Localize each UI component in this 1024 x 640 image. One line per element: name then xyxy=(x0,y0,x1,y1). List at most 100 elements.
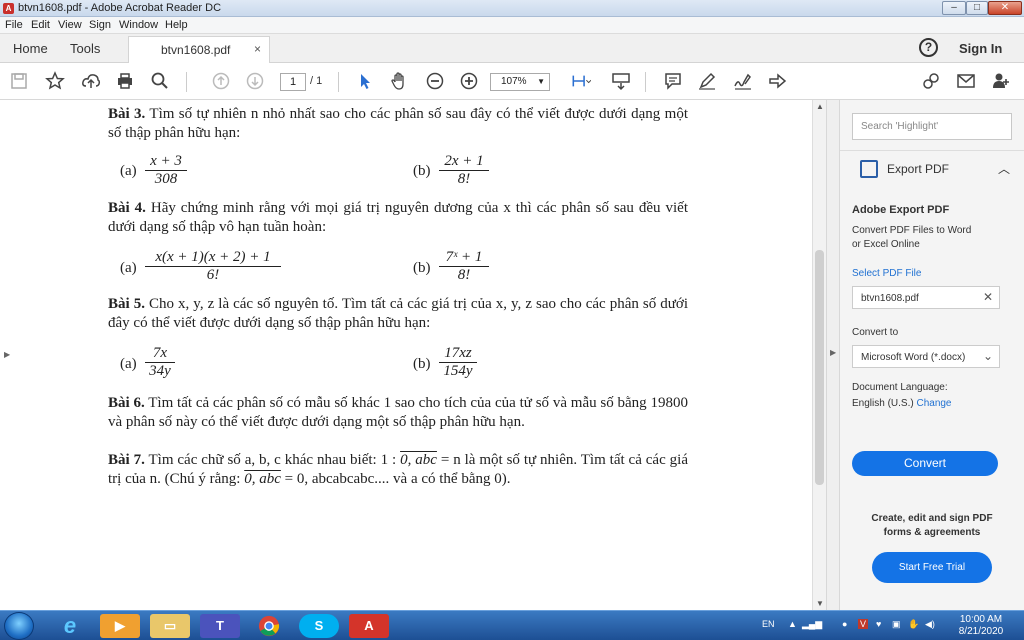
bookmark-star-icon[interactable] xyxy=(44,71,66,93)
add-user-icon[interactable] xyxy=(990,71,1012,93)
page-number-input[interactable]: 1 xyxy=(280,73,306,91)
sign-in-link[interactable]: Sign In xyxy=(959,41,1002,56)
internet-explorer-icon[interactable]: e xyxy=(50,614,90,638)
chevron-up-icon: ︿ xyxy=(997,162,1010,176)
menu-window[interactable]: Window xyxy=(119,19,158,31)
collapse-panel-icon[interactable]: ▶ xyxy=(830,348,836,357)
select-cursor-icon[interactable] xyxy=(354,71,376,93)
toolbar: 1 / 1 107% ▼ xyxy=(0,63,1024,100)
menu-sign[interactable]: Sign xyxy=(89,19,111,31)
ex4-fraction-b: 7ˣ + 1 8! xyxy=(439,249,489,284)
promo-text: Create, edit and sign PDF forms & agreem… xyxy=(871,513,993,538)
system-clock[interactable]: 10:00 AM 8/21/2020 xyxy=(955,614,1007,638)
clear-file-icon[interactable]: ✕ xyxy=(983,290,993,304)
heart-icon[interactable]: ♥ xyxy=(876,619,881,629)
adobe-export-title: Adobe Export PDF xyxy=(852,204,950,216)
network-icon[interactable]: ▣ xyxy=(892,619,901,630)
comment-icon[interactable] xyxy=(662,71,684,93)
menu-help[interactable]: Help xyxy=(165,19,188,31)
volume-icon[interactable]: ◀) xyxy=(925,619,935,630)
ex3-label-a: (a) xyxy=(120,163,137,179)
start-button[interactable] xyxy=(4,612,34,640)
security-shield-icon[interactable]: ● xyxy=(842,619,847,629)
upload-cloud-icon[interactable] xyxy=(80,71,102,93)
link-share-icon[interactable] xyxy=(920,71,942,93)
exercise-5: Bài 5. Cho x, y, z là các số nguyên tố. … xyxy=(108,296,688,331)
document-scrollbar[interactable]: ▲ ▼ xyxy=(812,100,826,610)
hand-icon[interactable]: ✋ xyxy=(908,619,919,630)
exercise-7: Bài 7. Tìm các chữ số a, b, c khác nhau … xyxy=(108,452,688,487)
export-pdf-icon xyxy=(860,160,878,178)
scroll-up-icon[interactable]: ▲ xyxy=(816,102,824,111)
menu-view[interactable]: View xyxy=(58,19,82,31)
input-language[interactable]: EN xyxy=(762,619,775,629)
selected-file-field[interactable]: btvn1608.pdf ✕ xyxy=(852,286,1000,309)
media-player-icon[interactable]: ▶ xyxy=(100,614,140,638)
search-zoom-icon[interactable] xyxy=(149,71,171,93)
ex5-label-a: (a) xyxy=(120,356,137,372)
tab-document-label: btvn1608.pdf xyxy=(161,43,231,57)
convert-button[interactable]: Convert xyxy=(852,451,998,476)
title-bar: A btvn1608.pdf - Adobe Acrobat Reader DC… xyxy=(0,0,1024,17)
chrome-icon[interactable] xyxy=(249,614,289,638)
show-hidden-icons-icon[interactable]: ▲ xyxy=(788,619,797,629)
pdf-page: Bài 3. Tìm số tự nhiên n nhỏ nhất sao ch… xyxy=(0,100,812,610)
format-select[interactable]: Microsoft Word (*.docx) ⌄ xyxy=(852,345,1000,368)
tab-document[interactable]: btvn1608.pdf × xyxy=(128,36,270,63)
sign-icon[interactable] xyxy=(732,71,754,93)
keyboard-scroll-icon[interactable] xyxy=(610,71,632,93)
zoom-out-icon[interactable] xyxy=(424,71,446,93)
next-page-icon[interactable] xyxy=(244,71,266,93)
tab-bar: Home Tools btvn1608.pdf × ? Sign In xyxy=(0,34,1024,63)
format-value: Microsoft Word (*.docx) xyxy=(861,352,966,363)
window-title: btvn1608.pdf - Adobe Acrobat Reader DC xyxy=(18,2,222,14)
highlight-pen-icon[interactable] xyxy=(696,71,718,93)
save-icon[interactable] xyxy=(8,71,30,93)
acrobat-taskbar-icon[interactable]: A xyxy=(349,614,389,638)
ex4-label-b: (b) xyxy=(413,260,431,276)
zoom-in-icon[interactable] xyxy=(458,71,480,93)
export-pdf-header[interactable]: Export PDF ︿ xyxy=(860,160,1010,180)
antivirus-icon[interactable]: V xyxy=(858,619,869,629)
panel-divider[interactable]: ▶ xyxy=(826,100,840,610)
exercise-3: Bài 3. Tìm số tự nhiên n nhỏ nhất sao ch… xyxy=(108,106,688,141)
menu-bar: File Edit View Sign Window Help xyxy=(0,17,1024,34)
document-language-value: English (U.S.) xyxy=(852,398,914,409)
clock-date: 8/21/2020 xyxy=(958,626,1004,637)
ex3-label-b: (b) xyxy=(413,163,431,179)
scrollbar-thumb[interactable] xyxy=(815,250,824,485)
selected-file-name: btvn1608.pdf xyxy=(861,293,919,304)
highlight-search-input[interactable]: Search 'Highlight' xyxy=(852,113,1012,140)
tab-tools[interactable]: Tools xyxy=(70,41,100,56)
previous-page-icon[interactable] xyxy=(210,71,232,93)
close-tab-icon[interactable]: × xyxy=(254,42,261,56)
document-viewport[interactable]: ▶ Bài 3. Tìm số tự nhiên n nhỏ nhất sao … xyxy=(0,100,826,610)
zoom-level-value: 107% xyxy=(501,76,527,87)
file-explorer-icon[interactable]: ▭ xyxy=(150,614,190,638)
zoom-level-select[interactable]: 107% ▼ xyxy=(490,73,550,91)
teams-icon[interactable]: T xyxy=(200,614,240,638)
start-free-trial-button[interactable]: Start Free Trial xyxy=(872,552,992,583)
menu-file[interactable]: File xyxy=(5,19,23,31)
scroll-down-icon[interactable]: ▼ xyxy=(816,599,824,608)
print-icon[interactable] xyxy=(114,71,136,93)
ex3-fraction-a: x + 3 308 xyxy=(145,153,187,188)
tab-home[interactable]: Home xyxy=(13,41,48,56)
skype-icon[interactable]: S xyxy=(299,614,339,638)
menu-edit[interactable]: Edit xyxy=(31,19,50,31)
hand-tool-icon[interactable] xyxy=(388,71,410,93)
chevron-down-icon: ▼ xyxy=(537,77,545,86)
document-language-row: English (U.S.) Change xyxy=(852,397,952,411)
close-window-button[interactable]: ✕ xyxy=(988,1,1022,15)
toolbar-divider xyxy=(645,72,646,92)
maximize-button[interactable]: □ xyxy=(966,1,988,15)
select-pdf-file-link[interactable]: Select PDF File xyxy=(852,267,921,281)
change-language-link[interactable]: Change xyxy=(916,398,951,409)
share-arrow-icon[interactable] xyxy=(766,71,788,93)
acrobat-app-icon: A xyxy=(3,3,14,14)
minimize-button[interactable]: ‒ xyxy=(942,1,966,15)
fit-page-icon[interactable] xyxy=(566,71,596,93)
help-icon[interactable]: ? xyxy=(919,38,938,57)
email-icon[interactable] xyxy=(955,71,977,93)
signal-strength-icon[interactable]: ▂▄▆ xyxy=(802,619,822,630)
